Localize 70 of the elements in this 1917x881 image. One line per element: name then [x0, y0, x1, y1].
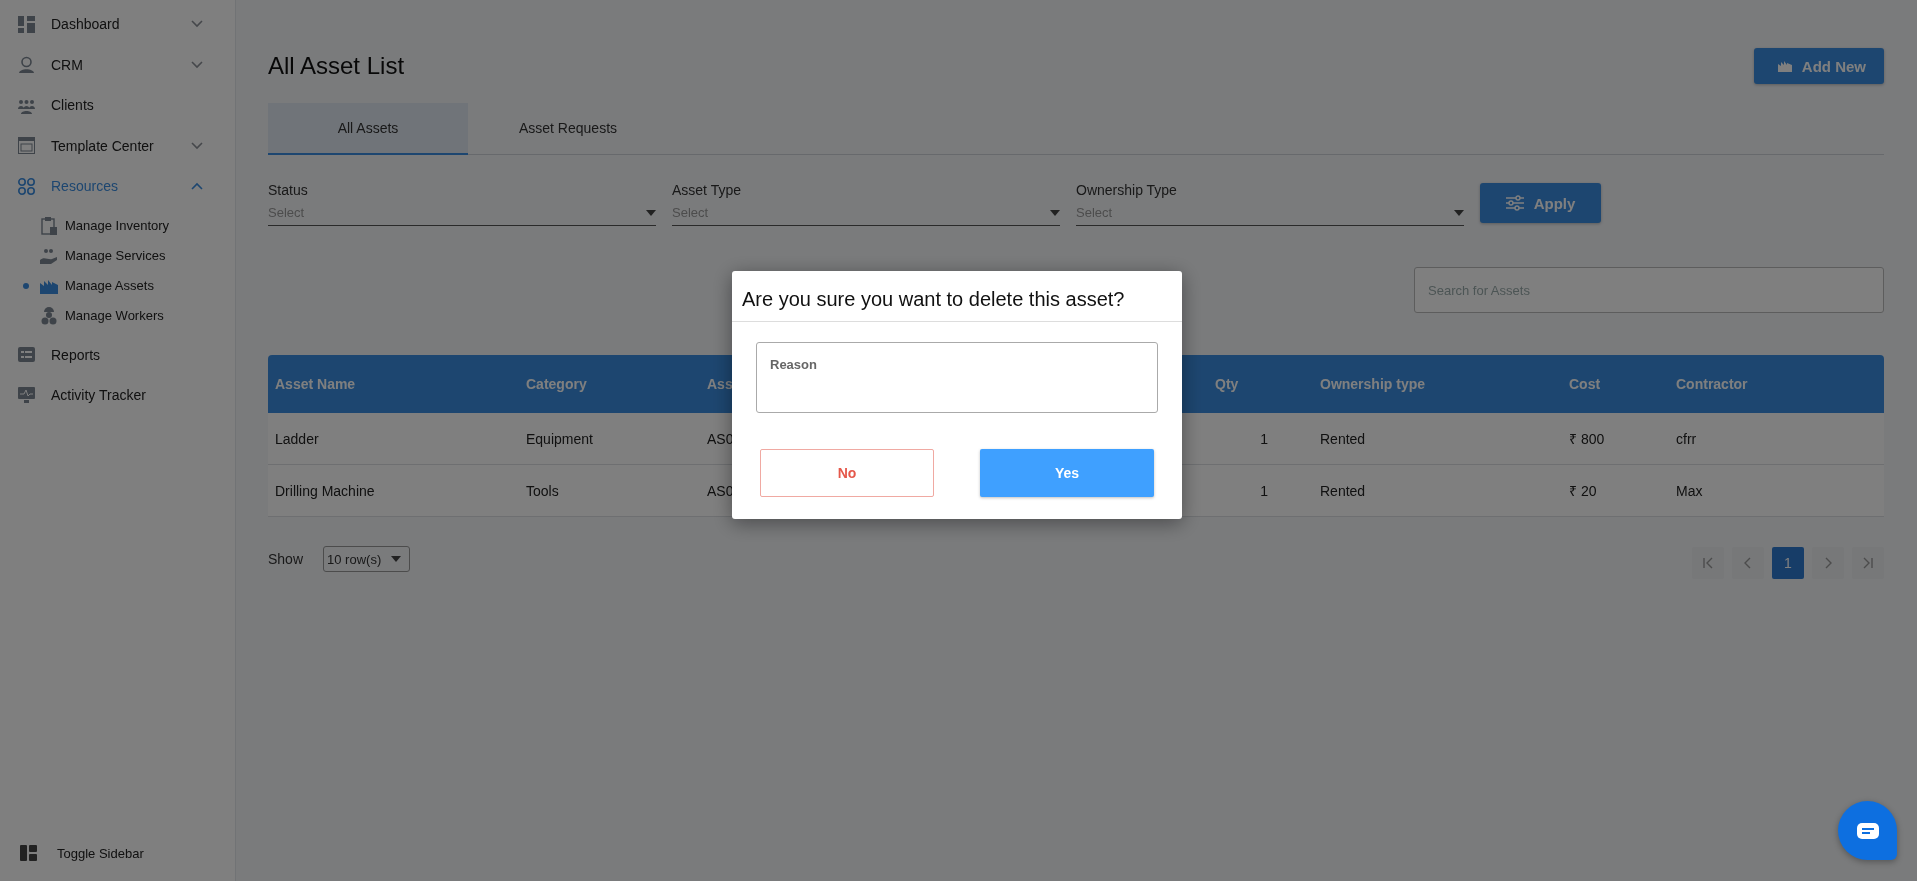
tab[interactable]: Asset Requests — [468, 103, 668, 155]
column-header: Cost — [1568, 376, 1602, 392]
table-cell-text: Max — [1675, 482, 1704, 499]
sidebar-subitem[interactable]: Manage Inventory — [0, 210, 235, 241]
chat-button[interactable] — [1838, 801, 1897, 860]
show-label: Show — [268, 551, 304, 567]
caret-down-icon — [391, 556, 402, 562]
table-cell-text: ₹ 20 — [1568, 482, 1598, 500]
table-cell-text: cfrr — [1675, 430, 1698, 447]
apps-icon — [18, 177, 35, 195]
table-cell-text: 1 — [1259, 482, 1269, 499]
toggle-sidebar-button[interactable]: Toggle Sidebar — [0, 845, 235, 881]
list-icon — [18, 347, 35, 363]
dialog-title: Are you sure you want to delete this asset? — [741, 287, 1126, 312]
table-cell-text: Equipment — [525, 430, 594, 447]
first-page-icon — [1702, 557, 1714, 569]
sidebar-subitem[interactable]: Manage Assets — [0, 270, 235, 301]
table-cell-text: ₹ 800 — [1568, 430, 1606, 448]
factory-icon — [1777, 60, 1792, 72]
sidebar-item[interactable]: Resources — [0, 166, 235, 207]
caret-down-icon — [646, 209, 656, 216]
hand-icon — [40, 247, 58, 264]
table-cell-text: Ladder — [274, 430, 320, 447]
sidebar-item[interactable]: CRM — [0, 44, 235, 85]
add-new-button[interactable]: Add New — [1753, 48, 1884, 84]
table-cell-text: Tools — [525, 482, 560, 499]
sidebar-subitem[interactable]: Manage Services — [0, 240, 235, 271]
yes-button[interactable]: Yes — [980, 449, 1154, 497]
caret-down-icon — [1454, 209, 1464, 216]
chevron-up-icon — [191, 182, 203, 191]
sidebar-item[interactable]: Activity Tracker — [0, 375, 235, 416]
column-header: Category — [525, 376, 588, 392]
user-icon — [18, 56, 35, 74]
filter-label: Ownership Type — [1076, 182, 1178, 198]
tab[interactable]: All Assets — [268, 103, 468, 155]
filter-label: Status — [268, 182, 309, 198]
dashboard-icon — [18, 15, 35, 33]
column-header: Qty — [1214, 376, 1240, 392]
table-cell-text: Drilling Machine — [274, 482, 376, 499]
sidebar-item[interactable]: Clients — [0, 85, 235, 126]
last-page-icon — [1862, 557, 1874, 569]
column-header: Ass — [706, 376, 734, 392]
column-header: Asset Name — [274, 376, 357, 392]
page-title: All Asset List — [268, 52, 405, 80]
reason-field[interactable]: Reason — [756, 342, 1158, 413]
page-button[interactable]: 1 — [1772, 547, 1804, 579]
worker-icon — [41, 306, 57, 325]
chat-icon — [1855, 821, 1880, 840]
table-cell-text: Rented — [1319, 430, 1367, 447]
caret-down-icon — [1050, 209, 1060, 216]
column-header: Contractor — [1675, 376, 1749, 392]
filter-label: Asset Type — [672, 182, 742, 198]
column-header: Ownership type — [1319, 376, 1427, 392]
window-icon — [18, 137, 35, 155]
no-button[interactable]: No — [760, 449, 934, 497]
sidebar-subitem[interactable]: Manage Workers — [0, 300, 235, 331]
chevron-down-icon — [191, 20, 203, 29]
sidebar-item[interactable]: Dashboard — [0, 4, 235, 45]
apply-button[interactable]: Apply — [1480, 183, 1601, 223]
chevron-down-icon — [191, 141, 203, 150]
sidebar-item[interactable]: Template Center — [0, 125, 235, 166]
sliders-icon — [1505, 195, 1524, 211]
table-cell-text: Rented — [1319, 482, 1367, 499]
table-cell-text: 1 — [1259, 430, 1269, 447]
sidebar-item[interactable]: Reports — [0, 334, 235, 375]
page-size-select[interactable]: 10 row(s) — [323, 546, 411, 572]
chevron-down-icon — [191, 60, 203, 69]
clipboard-icon — [41, 216, 57, 235]
monitor-icon — [18, 387, 35, 404]
layout-icon — [20, 845, 37, 861]
